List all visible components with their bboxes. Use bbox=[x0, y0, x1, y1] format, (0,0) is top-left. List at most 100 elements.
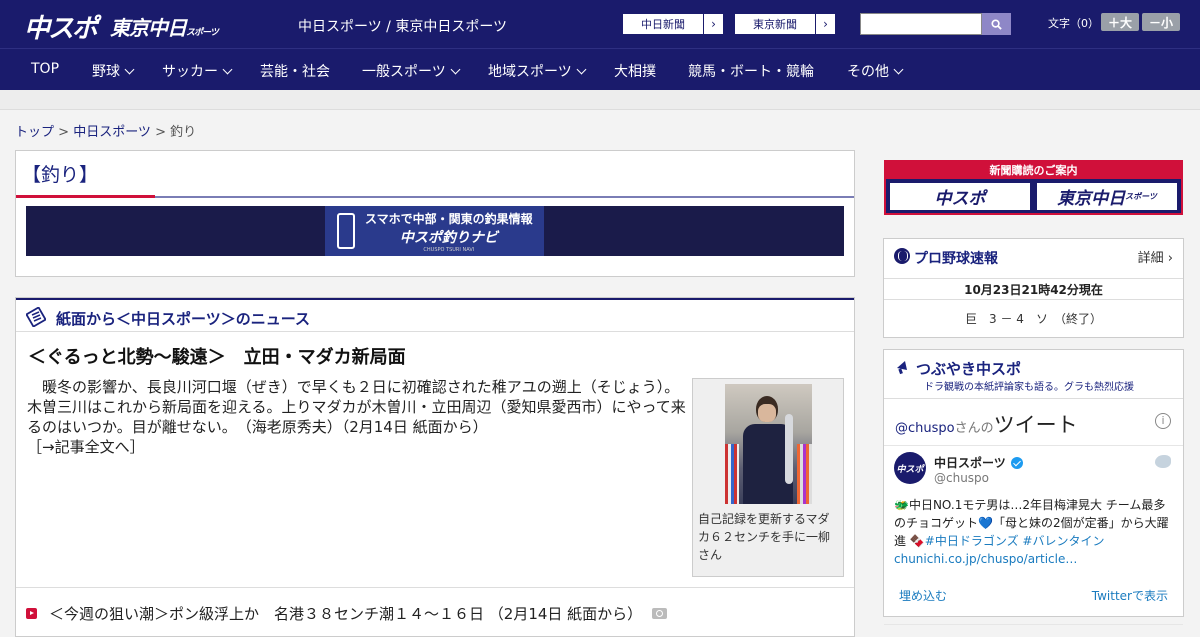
account-handle[interactable]: @chuspo bbox=[934, 471, 989, 485]
subscribe-tokyo-label: 東京中日 bbox=[1057, 189, 1126, 209]
search-input[interactable] bbox=[860, 13, 982, 35]
article-text: 暖冬の影響か、長良川河口堰（ぜき）で早くも２日に初確認された稚アユの遡上（そじょ… bbox=[27, 378, 686, 436]
video-icon bbox=[26, 608, 37, 619]
nav-racing[interactable]: 競馬・ボート・競輪 bbox=[688, 61, 814, 81]
score-title: プロ野球速報 bbox=[914, 251, 998, 267]
breadcrumb: トップ > 中日スポーツ > 釣り bbox=[15, 121, 196, 140]
subscription-box: 新聞購読のご案内 中スポ 東京中日 スポーツ bbox=[884, 160, 1183, 215]
breadcrumb-chuspo-link[interactable]: 中日スポーツ bbox=[73, 125, 151, 140]
list-divider bbox=[16, 587, 854, 588]
score-detail-link[interactable]: 詳細 bbox=[1138, 247, 1173, 266]
font-size-label: 文字（0） bbox=[1048, 17, 1099, 30]
nav-label: TOP bbox=[31, 61, 60, 77]
score-game[interactable]: 巨 3 － 4 ソ （終了） bbox=[884, 299, 1183, 327]
newspaper-icon bbox=[26, 307, 46, 327]
nav-label: 芸能・社会 bbox=[260, 64, 330, 80]
breadcrumb-top-link[interactable]: トップ bbox=[15, 125, 54, 140]
chevron-right-icon: › bbox=[703, 14, 723, 34]
tweet-box-subtitle: ドラ観戦の本紙評論家も語る。グラも熱烈応援 bbox=[924, 382, 1134, 393]
subscribe-tokyo-small: スポーツ bbox=[1125, 192, 1157, 201]
timeline-header: @chuspoさんのツイート bbox=[895, 409, 1078, 439]
baseball-icon bbox=[894, 248, 910, 264]
chuspo-logo[interactable]: 中スポ bbox=[24, 8, 98, 45]
breadcrumb-sep: > bbox=[54, 125, 74, 140]
avatar[interactable]: 中スポ bbox=[894, 452, 926, 484]
banner-text: スマホで中部・関東の釣果情報 中スポ釣りナビ CHUSPO TSURI NAVI bbox=[365, 210, 533, 253]
site-names: 中日スポーツ / 東京中日スポーツ bbox=[298, 19, 508, 35]
tweet-box-title: つぶやき中スポ bbox=[916, 360, 1022, 378]
chevron-down-icon bbox=[450, 64, 461, 75]
timeline-san: さんの bbox=[954, 421, 994, 436]
news-section-header: 紙面から＜中日スポーツ＞のニュース bbox=[16, 298, 854, 332]
chunichi-shimbun-button[interactable]: 中日新聞 › bbox=[622, 13, 724, 35]
tweet-hashtags[interactable]: #中日ドラゴンズ #バレンタイン bbox=[925, 534, 1105, 548]
account-name[interactable]: 中日スポーツ bbox=[934, 454, 1023, 471]
breadcrumb-current: 釣り bbox=[170, 125, 197, 140]
nav-label: サッカー bbox=[162, 64, 218, 80]
font-larger-button[interactable]: ＋大 bbox=[1101, 13, 1139, 31]
account-name-text: 中日スポーツ bbox=[934, 456, 1006, 470]
subscribe-chuspo-button[interactable]: 中スポ bbox=[888, 181, 1032, 212]
list-item[interactable]: ＜今週の狙い潮＞ポン級浮上か 名港３８センチ潮１４～１６日 （2月14日 紙面か… bbox=[26, 603, 668, 624]
chevron-down-icon bbox=[124, 64, 135, 75]
chunichi-shimbun-label: 中日新聞 bbox=[641, 18, 685, 31]
search-icon bbox=[991, 18, 1002, 30]
subscribe-tokyo-button[interactable]: 東京中日 スポーツ bbox=[1035, 181, 1179, 212]
tsuri-navi-banner[interactable]: スマホで中部・関東の釣果情報 中スポ釣りナビ CHUSPO TSURI NAVI bbox=[26, 206, 844, 256]
camera-icon bbox=[652, 608, 668, 619]
nav-general-sports[interactable]: 一般スポーツ bbox=[362, 61, 461, 81]
nav-label: 地域スポーツ bbox=[488, 64, 572, 80]
title-underline bbox=[155, 196, 854, 198]
score-timestamp: 10月23日21時42分現在 bbox=[884, 278, 1183, 298]
chevron-down-icon bbox=[576, 64, 587, 75]
tokyo-logo-text: 東京中日 bbox=[110, 16, 187, 40]
article-full-link[interactable]: ［→記事全文へ］ bbox=[27, 438, 145, 456]
nav-baseball[interactable]: 野球 bbox=[92, 61, 135, 81]
article-photo[interactable] bbox=[725, 384, 812, 504]
embed-link[interactable]: 埋め込む bbox=[899, 587, 947, 604]
tweet-link[interactable]: chunichi.co.jp/chuspo/article… bbox=[894, 552, 1077, 566]
subscription-header: 新聞購読のご案内 bbox=[989, 164, 1078, 177]
banner-line3: CHUSPO TSURI NAVI bbox=[423, 246, 475, 253]
nav-other[interactable]: その他 bbox=[847, 61, 904, 81]
view-on-twitter-link[interactable]: Twitterで表示 bbox=[1092, 587, 1168, 604]
breadcrumb-sep: > bbox=[150, 125, 171, 140]
nav-label: 一般スポーツ bbox=[362, 64, 446, 80]
twitter-timeline: @chuspoさんのツイート i 中スポ 中日スポーツ @chuspo 🐲中日N… bbox=[884, 398, 1183, 625]
top-header: 中スポ 東京中日スポーツ 中日スポーツ / 東京中日スポーツ 中日新聞 › 東京… bbox=[0, 0, 1200, 48]
article-title[interactable]: ＜ぐるっと北勢～駿遠＞ 立田・マダカ新局面 bbox=[28, 343, 406, 369]
nav-label: 野球 bbox=[92, 64, 120, 80]
main-nav: TOP 野球 サッカー 芸能・社会 一般スポーツ 地域スポーツ 大相撲 競馬・ボ… bbox=[0, 48, 1200, 90]
tokyo-chunichi-logo[interactable]: 東京中日スポーツ bbox=[110, 12, 219, 41]
header-spacer bbox=[0, 90, 1200, 110]
nav-label: その他 bbox=[847, 64, 889, 80]
megaphone-icon bbox=[897, 361, 907, 375]
banner-line1: スマホで中部・関東の釣果情報 bbox=[365, 211, 533, 226]
nav-entertainment[interactable]: 芸能・社会 bbox=[260, 61, 330, 81]
info-icon[interactable]: i bbox=[1155, 413, 1171, 429]
tweet-text: 🐲中日NO.1モテ男は…2年目梅津晃大 チーム最多のチョコゲット💙「母と妹の2個… bbox=[894, 496, 1176, 568]
tokyo-shimbun-button[interactable]: 東京新聞 › bbox=[734, 13, 836, 35]
nav-label: 大相撲 bbox=[614, 64, 656, 80]
nav-sumo[interactable]: 大相撲 bbox=[614, 61, 656, 81]
search-button[interactable] bbox=[982, 13, 1011, 35]
twitter-bird-icon[interactable] bbox=[1155, 455, 1171, 468]
list-item-title: ＜今週の狙い潮＞ポン級浮上か 名港３８センチ潮１４～１６日 （2月14日 紙面か… bbox=[49, 605, 643, 623]
nav-regional-sports[interactable]: 地域スポーツ bbox=[488, 61, 587, 81]
tweet-box: つぶやき中スポ ドラ観戦の本紙評論家も語る。グラも熱烈応援 @chuspoさんの… bbox=[883, 349, 1184, 625]
font-smaller-button[interactable]: －小 bbox=[1142, 13, 1180, 31]
timeline-handle-link[interactable]: @chuspo bbox=[895, 421, 955, 436]
nav-label: 競馬・ボート・競輪 bbox=[688, 64, 814, 80]
nav-top[interactable]: TOP bbox=[31, 61, 59, 77]
tokyo-shimbun-label: 東京新聞 bbox=[753, 18, 797, 31]
title-underline-accent bbox=[16, 195, 155, 198]
banner-line2: 中スポ釣りナビ bbox=[399, 229, 498, 246]
news-section-title: 紙面から＜中日スポーツ＞のニュース bbox=[56, 310, 310, 328]
chevron-down-icon bbox=[222, 64, 233, 75]
page-title: 【釣り】 bbox=[22, 164, 99, 186]
smartphone-icon bbox=[337, 213, 355, 249]
article-photo-box: 自己記録を更新するマダカ６２センチを手に一柳さん bbox=[692, 378, 844, 577]
tokyo-logo-small: スポーツ bbox=[186, 28, 219, 38]
baseball-score-box: プロ野球速報 詳細 10月23日21時42分現在 巨 3 － 4 ソ （終了） bbox=[883, 238, 1184, 338]
nav-soccer[interactable]: サッカー bbox=[162, 61, 233, 81]
